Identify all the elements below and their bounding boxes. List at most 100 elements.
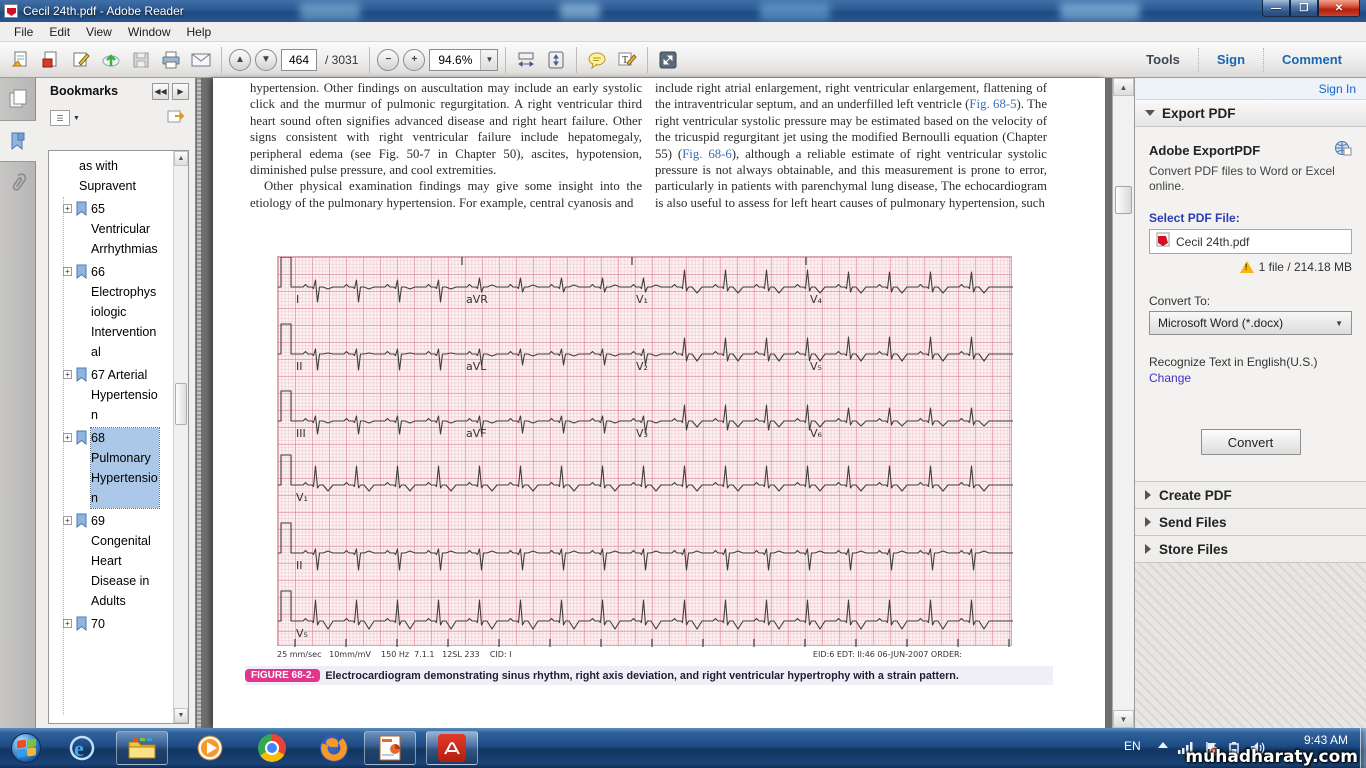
zoom-level-value[interactable]: 94.6% [430,53,480,67]
collapse-panel-button[interactable]: ◀◀ [152,83,169,100]
bookmark-options-icon[interactable]: ☰ [50,110,70,126]
figure-reference-link[interactable]: Fig. 68-5 [969,97,1016,111]
aero-blob [560,3,600,19]
page-text-right-column: include right atrial enlargement, right … [655,80,1047,211]
zoom-level-control[interactable]: 94.6% ▼ [429,49,498,71]
ecg-lead-label: III [296,427,306,440]
zoom-out-button[interactable]: − [377,49,399,71]
menu-window[interactable]: Window [120,23,179,41]
expand-icon[interactable]: + [63,267,72,276]
expand-icon[interactable]: + [63,619,72,628]
expand-icon[interactable]: + [63,516,72,525]
scroll-down-icon[interactable]: ▼ [174,708,188,723]
file-size-info: 1 file / 214.18 MB [1259,260,1352,274]
figure-reference-link[interactable]: Fig. 68-6 [682,147,732,161]
close-button[interactable]: ✕ [1318,0,1360,17]
bookmark-item[interactable]: + 65 Ventricular Arrhythmias [53,199,172,259]
open-icon[interactable] [8,47,34,73]
panel-splitter[interactable] [197,78,201,728]
expand-icon[interactable]: + [63,370,72,379]
page-number-input[interactable] [281,49,317,71]
clock[interactable]: 9:43 AM [1304,733,1348,747]
scrollbar-thumb[interactable] [1115,186,1132,214]
email-icon[interactable] [188,47,214,73]
ecg-id-text: EID:6 EDT: II:46 06-JUN-2007 ORDER: [813,650,962,659]
expand-icon[interactable]: + [63,204,72,213]
create-pdf-icon[interactable] [38,47,64,73]
convert-to-value: Microsoft Word (*.docx) [1158,316,1335,330]
firefox-icon[interactable] [314,731,354,765]
send-files-section[interactable]: Send Files [1135,508,1366,535]
page-fit-icon[interactable] [543,47,569,73]
export-pdf-header[interactable]: Export PDF [1135,100,1366,127]
convert-to-dropdown[interactable]: Microsoft Word (*.docx) ▼ [1149,311,1352,335]
ecg-waveforms [278,257,1013,647]
convert-button[interactable]: Convert [1201,429,1301,455]
internet-explorer-icon[interactable]: e [62,731,102,765]
fullscreen-icon[interactable] [655,47,681,73]
store-files-section[interactable]: Store Files [1135,535,1366,562]
media-player-icon[interactable] [190,731,230,765]
main-area: Bookmarks ◀◀ ▶ ☰ ▼ as with Supravent + [0,78,1366,728]
sign-tab[interactable]: Sign [1201,52,1261,67]
bookmarks-scrollbar[interactable]: ▲ ▼ [173,151,188,723]
highlight-text-icon[interactable]: T [614,47,640,73]
bookmark-action-icon[interactable] [167,108,185,129]
next-page-button[interactable]: ▼ [255,49,277,71]
expand-panel-button[interactable]: ▶ [172,83,189,100]
ecg-lead-label: I [296,293,299,306]
selected-file-box[interactable]: Cecil 24th.pdf [1149,229,1352,254]
scroll-down-icon[interactable]: ▼ [1113,710,1134,728]
powerpoint-icon[interactable] [364,731,416,765]
scroll-up-icon[interactable]: ▲ [174,151,188,166]
tray-expand-icon[interactable] [1158,742,1168,748]
bookmark-item[interactable]: as with Supravent [79,156,147,196]
bookmark-item[interactable]: + 70 [53,614,172,636]
cloud-upload-icon[interactable] [98,47,124,73]
chrome-icon[interactable] [252,731,292,765]
page-width-icon[interactable] [513,47,539,73]
chevron-right-icon [1145,517,1151,527]
menu-view[interactable]: View [78,23,120,41]
bookmarks-panel: Bookmarks ◀◀ ▶ ☰ ▼ as with Supravent + [36,78,196,728]
save-icon[interactable] [128,47,154,73]
chevron-right-icon [1145,544,1151,554]
menu-help[interactable]: Help [179,23,220,41]
convert-to-label: Convert To: [1135,294,1366,308]
show-desktop-button[interactable] [1360,728,1366,768]
restore-button[interactable]: ❐ [1290,0,1318,17]
bookmark-item[interactable]: + 69 Congenital Heart Disease in Adults [53,511,172,611]
tools-tab[interactable]: Tools [1130,52,1196,67]
comment-bubble-icon[interactable] [584,47,610,73]
menu-edit[interactable]: Edit [41,23,78,41]
comment-tab[interactable]: Comment [1266,52,1358,67]
expand-icon[interactable]: + [63,433,72,442]
windows-explorer-icon[interactable] [116,731,168,765]
bookmark-item[interactable]: + 67 Arterial Hypertension [53,365,172,425]
create-pdf-section[interactable]: Create PDF [1135,481,1366,508]
scroll-up-icon[interactable]: ▲ [1113,78,1134,96]
document-scrollbar[interactable]: ▲ ▼ [1112,78,1134,728]
start-button[interactable] [6,731,46,765]
minimize-button[interactable]: — [1262,0,1290,17]
bookmarks-icon[interactable] [0,120,36,162]
bookmark-item[interactable]: + 66 Electrophysiologic Interventional [53,262,172,362]
scrollbar-thumb[interactable] [175,383,187,425]
sign-in-link[interactable]: Sign In [1319,82,1356,96]
change-link[interactable]: Change [1149,371,1191,385]
bookmark-options-dropdown-arrow[interactable]: ▼ [73,115,80,122]
adobe-reader-taskbar-icon[interactable] [426,731,478,765]
menu-file[interactable]: File [6,23,41,41]
previous-page-button[interactable]: ▲ [229,49,251,71]
attachments-icon[interactable] [0,162,36,204]
zoom-dropdown-arrow[interactable]: ▼ [480,50,497,70]
ecg-lead-label: II [296,559,303,572]
page-thumbnails-icon[interactable] [0,78,36,120]
language-indicator[interactable]: EN [1124,739,1141,753]
ecg-lead-label: V₄ [810,293,822,306]
bookmark-ribbon-icon [75,201,88,221]
bookmark-item-selected[interactable]: + 68 Pulmonary Hypertension [53,428,172,508]
print-icon[interactable] [158,47,184,73]
sign-pen-icon[interactable] [68,47,94,73]
zoom-in-button[interactable]: + [403,49,425,71]
